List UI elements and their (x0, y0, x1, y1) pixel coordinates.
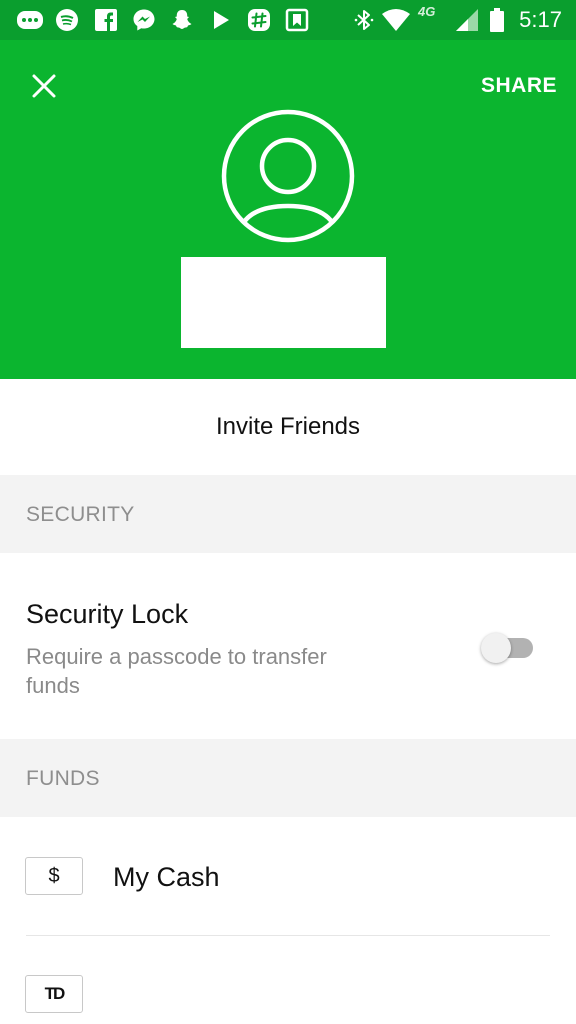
security-section-title: SECURITY (26, 503, 135, 526)
fund-item-td-bank[interactable]: TD (0, 936, 576, 1024)
more-horiz-icon (17, 11, 43, 29)
battery-icon (490, 8, 504, 32)
status-bar: 4G 5:17 (0, 0, 576, 40)
security-lock-title: Security Lock (26, 599, 189, 629)
fund-item-label: My Cash (113, 862, 220, 892)
toggle-knob (481, 633, 511, 663)
profile-header: SHARE (0, 40, 576, 379)
snapchat-icon (172, 10, 192, 29)
cash-dollar-icon: $ (25, 857, 83, 895)
wifi-icon (382, 9, 410, 31)
close-icon[interactable] (28, 70, 60, 102)
status-time: 5:17 (519, 7, 562, 32)
spotify-icon (56, 9, 78, 31)
person-icon[interactable] (220, 108, 356, 244)
funds-section-header: FUNDS (0, 739, 576, 817)
slack-icon (248, 9, 270, 31)
invite-friends-button[interactable]: Invite Friends (0, 379, 576, 475)
profile-name-redacted (181, 257, 386, 348)
security-lock-description: Require a passcode to transfer funds (26, 644, 327, 698)
facebook-icon (95, 9, 117, 31)
play-store-icon (214, 11, 229, 29)
network-type-label: 4G (418, 4, 436, 19)
security-lock-toggle[interactable] (481, 633, 535, 663)
security-section-header: SECURITY (0, 475, 576, 553)
share-button[interactable]: SHARE (481, 74, 557, 98)
fund-item-my-cash[interactable]: $ My Cash (0, 817, 576, 935)
cellular-signal-icon (456, 9, 478, 31)
funds-section-title: FUNDS (26, 767, 100, 790)
security-lock-row: Security Lock Require a passcode to tran… (0, 553, 576, 739)
messenger-icon (133, 9, 155, 31)
bookmark-icon (285, 8, 309, 32)
td-bank-icon: TD (25, 975, 83, 1013)
invite-friends-label: Invite Friends (215, 413, 361, 440)
bluetooth-icon (354, 10, 374, 30)
